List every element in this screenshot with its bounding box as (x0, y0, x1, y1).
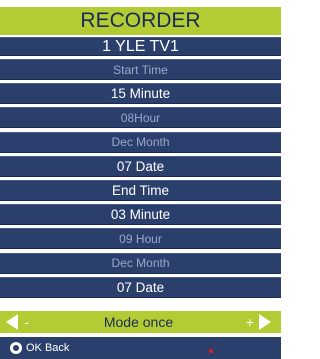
end-date-row[interactable]: 07 Date (0, 276, 281, 298)
recorder-settings-list: 1 YLE TV1 Start Time 15 Minute 08Hour De… (0, 37, 281, 301)
end-minute-row[interactable]: 03 Minute (0, 204, 281, 226)
right-arrow-icon[interactable] (259, 314, 271, 330)
start-hour-row[interactable]: 08Hour (0, 107, 281, 129)
ok-button-icon[interactable] (10, 342, 22, 354)
minus-sign: - (24, 314, 30, 330)
mode-label: Mode once (103, 314, 174, 330)
mode-selector[interactable]: - Mode once + (0, 311, 281, 333)
recorder-panel: RECORDER 1 YLE TV1 Start Time 15 Minute … (0, 0, 281, 359)
start-time-label: Start Time (0, 59, 281, 80)
start-date-row[interactable]: 07 Date (0, 155, 281, 177)
left-arrow-icon[interactable] (6, 314, 18, 330)
end-month-row[interactable]: Dec Month (0, 252, 281, 274)
footer-bar: OK Back (0, 337, 281, 359)
plus-sign: + (245, 314, 255, 330)
footer-hint: OK Back (26, 342, 70, 354)
start-minute-row[interactable]: 15 Minute (0, 83, 281, 105)
recorder-title: RECORDER (0, 7, 281, 37)
start-month-row[interactable]: Dec Month (0, 131, 281, 153)
end-time-label: End Time (0, 179, 281, 201)
end-hour-row[interactable]: 09 Hour (0, 228, 281, 250)
channel-row[interactable]: 1 YLE TV1 (0, 37, 281, 56)
red-indicator-icon (209, 349, 213, 353)
